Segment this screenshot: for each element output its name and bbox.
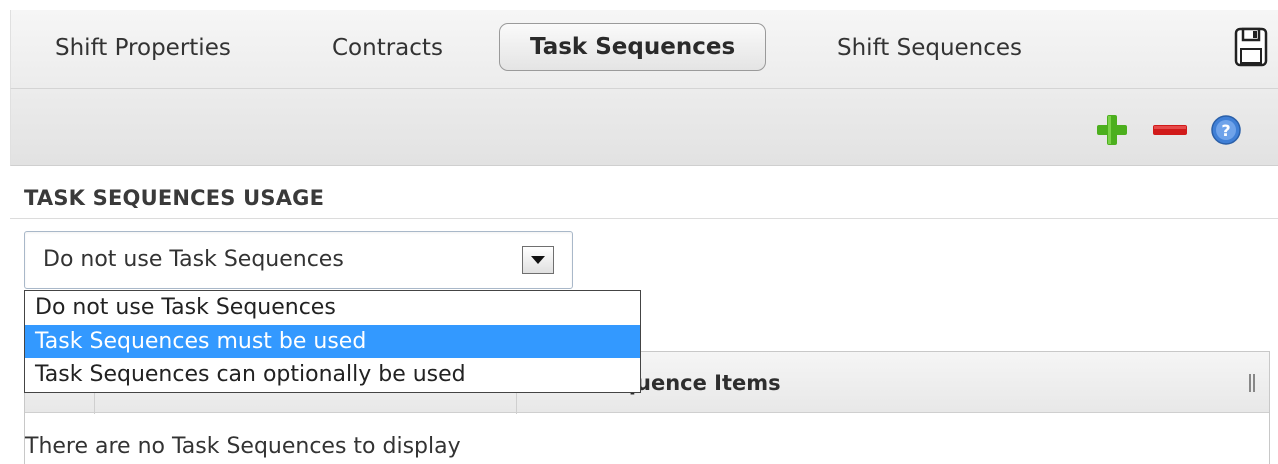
remove-icon[interactable]: [1151, 111, 1189, 149]
help-icon[interactable]: ?: [1207, 111, 1245, 149]
column-header-sequence-items[interactable]: quence Items: [621, 352, 781, 414]
tab-task-sequences[interactable]: Task Sequences: [499, 23, 767, 71]
svg-text:?: ?: [1221, 121, 1230, 140]
save-icon[interactable]: [1234, 27, 1268, 67]
option-optionally-used[interactable]: Task Sequences can optionally be used: [25, 358, 640, 391]
add-icon[interactable]: [1093, 111, 1131, 149]
usage-select[interactable]: Do not use Task Sequences: [24, 231, 573, 289]
tab-shift-properties[interactable]: Shift Properties: [55, 26, 231, 70]
option-do-not-use[interactable]: Do not use Task Sequences: [25, 291, 640, 324]
tab-bar: Shift Properties Contracts Task Sequence…: [10, 10, 1278, 89]
tab-contracts[interactable]: Contracts: [332, 26, 443, 70]
section-title: TASK SEQUENCES USAGE: [24, 186, 325, 210]
option-must-be-used[interactable]: Task Sequences must be used: [25, 325, 640, 358]
column-resize-handle[interactable]: [1249, 374, 1255, 392]
usage-dropdown-list: Do not use Task Sequences Task Sequences…: [24, 290, 641, 393]
empty-message: There are no Task Sequences to display: [25, 434, 461, 459]
chevron-down-icon[interactable]: [522, 246, 554, 274]
tab-shift-sequences[interactable]: Shift Sequences: [837, 26, 1022, 70]
usage-select-value: Do not use Task Sequences: [43, 247, 344, 272]
section-divider: [10, 218, 1278, 219]
toolbar: ?: [10, 89, 1278, 166]
